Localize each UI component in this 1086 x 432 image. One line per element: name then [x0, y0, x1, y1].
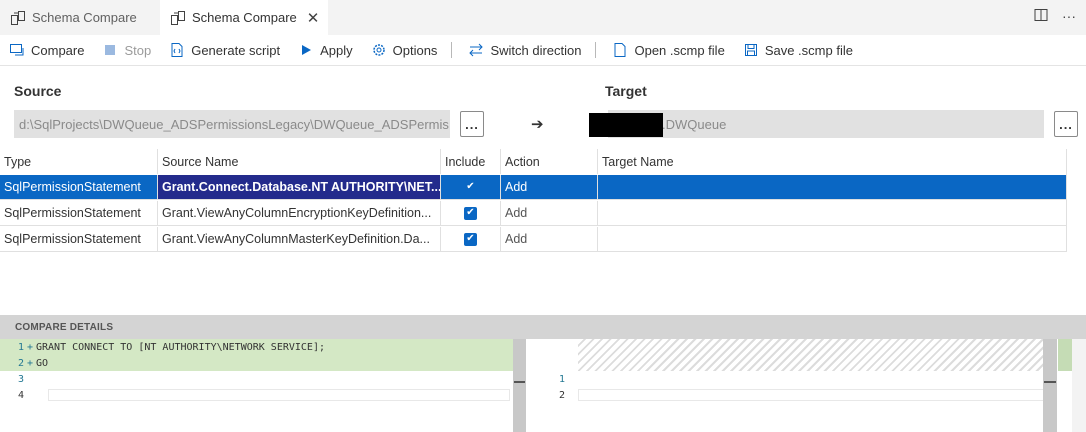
scroll-marker [514, 381, 525, 383]
toolbar-divider [0, 65, 1086, 66]
redacted-block [589, 113, 663, 137]
apply-button[interactable]: Apply [298, 42, 353, 58]
cell-source-name: Grant.ViewAnyColumnEncryptionKeyDefiniti… [157, 201, 440, 225]
column-header-source-name[interactable]: Source Name [157, 149, 440, 174]
options-button[interactable]: Options [371, 42, 437, 58]
gear-icon [371, 42, 387, 58]
more-actions-icon[interactable]: ··· [1062, 8, 1076, 25]
include-checkbox[interactable]: ✔ [464, 232, 477, 246]
cell-action: Add [500, 175, 597, 199]
overview-ruler-added [1058, 339, 1072, 371]
compare-icon [9, 42, 25, 58]
column-header-target-name[interactable]: Target Name [597, 149, 1066, 174]
tab-label: Schema Compare [192, 10, 297, 25]
target-label: Target [605, 83, 647, 99]
current-line-box [48, 389, 510, 401]
tab-label: Schema Compare [32, 10, 137, 25]
switch-direction-button[interactable]: Switch direction [468, 42, 581, 58]
column-header-action[interactable]: Action [500, 149, 597, 174]
source-label: Source [14, 83, 62, 99]
cell-type: SqlPermissionStatement [4, 232, 141, 246]
cell-action: Add [500, 201, 597, 225]
source-path-field: d:\SqlProjects\DWQueue_ADSPermissionsLeg… [14, 110, 450, 138]
column-header-type[interactable]: Type [0, 149, 157, 174]
diff-line: 1 [558, 373, 565, 385]
diff-line: 3 [17, 373, 24, 385]
schema-compare-icon [170, 10, 186, 26]
tab-schema-compare-1[interactable]: Schema Compare [0, 0, 160, 35]
cell-source-name: Grant.Connect.Database.NT AUTHORITY\NET.… [157, 175, 440, 199]
compare-button[interactable]: Compare [9, 42, 84, 58]
stop-icon [102, 42, 118, 58]
toolbar-separator [451, 42, 453, 58]
table-row[interactable]: SqlPermissionStatement Grant.ViewAnyColu… [0, 201, 1066, 226]
target-field: .DWQueue [608, 110, 1044, 138]
diff-line: 4 [17, 389, 24, 401]
table-right-border [1066, 149, 1067, 252]
play-icon [298, 42, 314, 58]
stop-button[interactable]: Stop [102, 42, 151, 58]
script-icon [169, 42, 185, 58]
source-browse-button[interactable]: ... [460, 111, 484, 137]
target-browse-button[interactable]: ... [1054, 111, 1078, 137]
cell-include: ✔ [440, 227, 500, 251]
editor-actions: ··· [1034, 8, 1076, 25]
cell-action: Add [500, 227, 597, 251]
tab-schema-compare-2[interactable]: Schema Compare ✕ [160, 0, 328, 35]
table-row[interactable]: SqlPermissionStatement Grant.Connect.Dat… [0, 175, 1066, 200]
target-scrollbar[interactable] [1043, 339, 1057, 432]
cell-type: SqlPermissionStatement [4, 180, 141, 194]
cell-target-name [597, 175, 1066, 199]
cell-source-name: Grant.ViewAnyColumnMasterKeyDefinition.D… [157, 227, 440, 251]
split-editor-icon[interactable] [1034, 8, 1048, 25]
diff-line: 2 [558, 389, 565, 401]
diff-line: 2 + GO [17, 357, 49, 369]
include-checkbox[interactable]: ✔ [464, 180, 477, 194]
generate-script-button[interactable]: Generate script [169, 42, 280, 58]
toolbar: Compare Stop Generate script Apply Optio… [0, 35, 1086, 65]
target-diff-pane[interactable]: 1 2 [527, 339, 1056, 432]
cell-target-name [597, 201, 1066, 225]
save-scmp-button[interactable]: Save .scmp file [743, 42, 853, 58]
current-line-box [578, 389, 1056, 401]
diff-line: 1 + GRANT CONNECT TO [NT AUTHORITY\NETWO… [17, 341, 325, 353]
overview-ruler [1072, 339, 1086, 432]
compare-details-header: COMPARE DETAILS [0, 315, 1086, 339]
table-row[interactable]: SqlPermissionStatement Grant.ViewAnyColu… [0, 227, 1066, 252]
open-scmp-button[interactable]: Open .scmp file [612, 42, 725, 58]
cell-type: SqlPermissionStatement [4, 206, 141, 220]
scroll-marker [1044, 381, 1056, 383]
toolbar-separator [595, 42, 597, 58]
include-checkbox[interactable]: ✔ [464, 206, 477, 220]
cell-target-name [597, 227, 1066, 251]
save-icon [743, 42, 759, 58]
schema-compare-icon [10, 10, 26, 26]
cell-include: ✔ [440, 201, 500, 225]
direction-arrow-icon: ➔ [531, 116, 544, 133]
column-header-include[interactable]: Include [440, 149, 500, 174]
file-icon [612, 42, 628, 58]
close-icon[interactable]: ✕ [307, 9, 320, 27]
cell-include: ✔ [440, 175, 500, 199]
source-diff-pane[interactable]: 1 + GRANT CONNECT TO [NT AUTHORITY\NETWO… [0, 339, 513, 432]
source-scrollbar[interactable] [513, 339, 526, 432]
results-table-header: Type Source Name Include Action Target N… [0, 149, 1066, 174]
switch-arrows-icon [468, 42, 484, 58]
